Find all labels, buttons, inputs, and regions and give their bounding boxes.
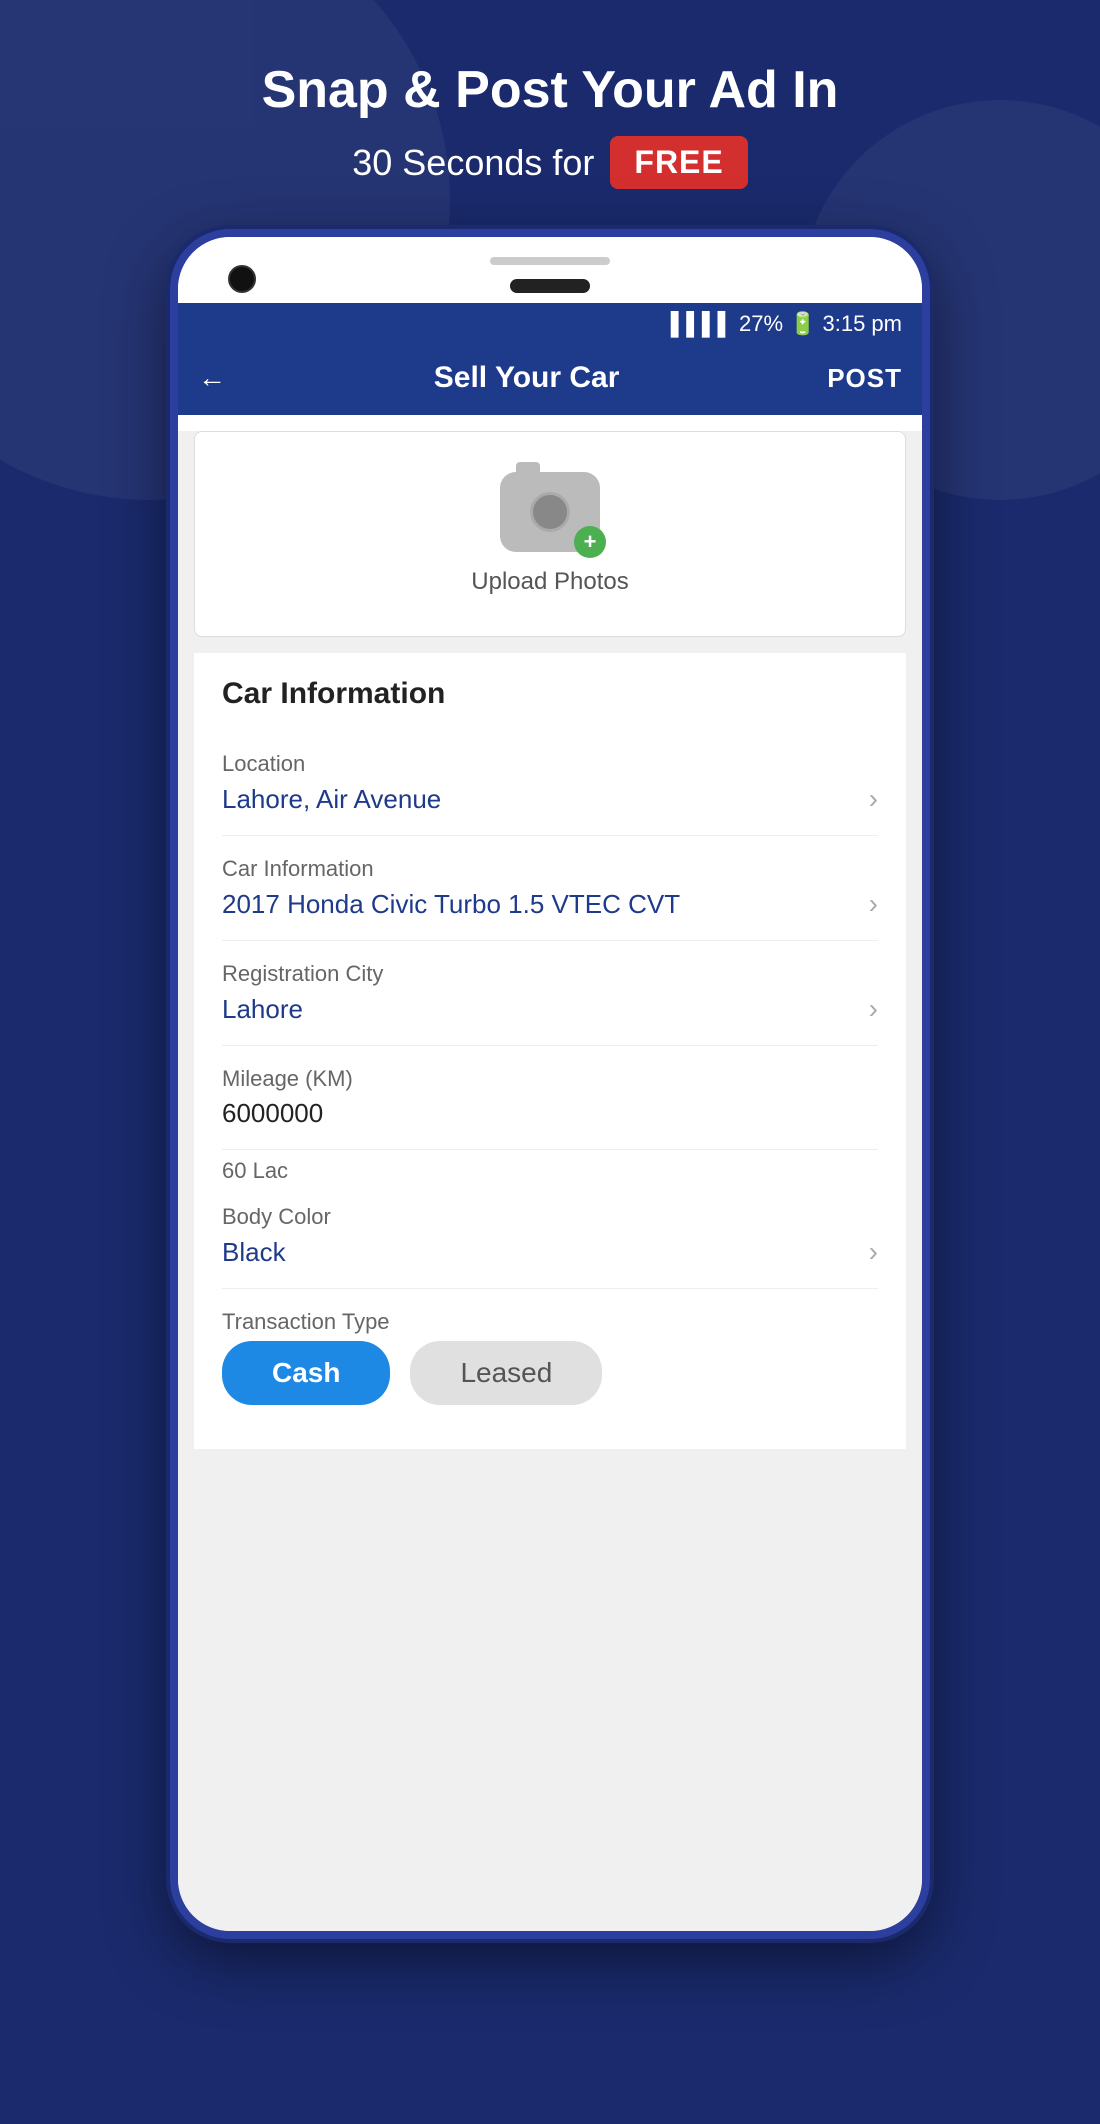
body-color-value-row: Black ›	[222, 1236, 878, 1268]
camera-icon-container: +	[500, 472, 600, 552]
car-info-section: Car Information Location Lahore, Air Ave…	[194, 653, 906, 1449]
phone-mockup: ▌▌▌▌ 27% 🔋 3:15 pm ← Sell Your Car POST	[170, 229, 930, 1939]
volume-buttons	[170, 417, 174, 527]
back-button[interactable]: ←	[198, 362, 226, 394]
cash-button[interactable]: Cash	[222, 1341, 390, 1405]
promo-subtitle: 30 Seconds for FREE	[262, 136, 839, 189]
location-value: Lahore, Air Avenue	[222, 784, 441, 815]
app-content: + Upload Photos Car Information Location…	[178, 431, 922, 1931]
upload-label: Upload Photos	[471, 568, 628, 596]
signal-icon: ▌▌▌▌	[671, 311, 733, 337]
reg-city-label: Registration City	[222, 961, 878, 987]
status-icons: ▌▌▌▌ 27% 🔋 3:15 pm	[671, 311, 902, 337]
mileage-label: Mileage (KM)	[222, 1066, 878, 1092]
speaker	[490, 257, 610, 265]
plus-badge: +	[574, 526, 606, 558]
reg-city-row[interactable]: Registration City Lahore ›	[222, 941, 878, 1046]
car-model-value: 2017 Honda Civic Turbo 1.5 VTEC CVT	[222, 889, 680, 920]
location-value-row: Lahore, Air Avenue ›	[222, 783, 878, 815]
power-button	[924, 437, 930, 497]
time: 3:15 pm	[823, 311, 903, 337]
status-bar: ▌▌▌▌ 27% 🔋 3:15 pm	[178, 303, 922, 345]
app-header: ← Sell Your Car POST	[178, 345, 922, 415]
battery-percent: 27%	[739, 311, 783, 337]
upload-section[interactable]: + Upload Photos	[194, 431, 906, 637]
promo-subtitle-text: 30 Seconds for	[352, 142, 594, 184]
mileage-row[interactable]: Mileage (KM) 6000000	[222, 1046, 878, 1150]
mileage-value: 6000000	[222, 1098, 323, 1129]
body-color-value: Black	[222, 1237, 286, 1268]
battery-icon: 🔋	[789, 311, 816, 337]
body-color-row[interactable]: Body Color Black ›	[222, 1184, 878, 1289]
volume-down-button	[170, 487, 174, 527]
section-title: Car Information	[222, 677, 878, 711]
car-model-value-row: 2017 Honda Civic Turbo 1.5 VTEC CVT ›	[222, 888, 878, 920]
reg-city-value: Lahore	[222, 994, 303, 1025]
chevron-right-icon-2: ›	[869, 888, 878, 920]
chevron-right-icon: ›	[869, 783, 878, 815]
car-model-label: Car Information	[222, 856, 878, 882]
transaction-buttons: Cash Leased	[222, 1341, 878, 1405]
reg-city-value-row: Lahore ›	[222, 993, 878, 1025]
location-label: Location	[222, 751, 878, 777]
body-color-label: Body Color	[222, 1204, 878, 1230]
leased-button[interactable]: Leased	[410, 1341, 602, 1405]
promo-title: Snap & Post Your Ad In	[262, 60, 839, 120]
power-btn	[924, 437, 930, 497]
post-button[interactable]: POST	[827, 363, 902, 394]
transaction-label: Transaction Type	[222, 1309, 878, 1335]
transaction-row: Transaction Type Cash Leased	[222, 1289, 878, 1425]
promo-header: Snap & Post Your Ad In 30 Seconds for FR…	[262, 60, 839, 189]
page-container: Snap & Post Your Ad In 30 Seconds for FR…	[0, 0, 1100, 1939]
app-title: Sell Your Car	[434, 361, 620, 395]
price-label: 60 Lac	[222, 1150, 878, 1184]
car-model-row[interactable]: Car Information 2017 Honda Civic Turbo 1…	[222, 836, 878, 941]
chevron-right-icon-4: ›	[869, 1236, 878, 1268]
phone-top-bar	[178, 237, 922, 303]
camera-notch	[516, 462, 540, 476]
camera-lens	[530, 492, 570, 532]
front-camera	[228, 265, 256, 293]
location-row[interactable]: Location Lahore, Air Avenue ›	[222, 731, 878, 836]
chevron-right-icon-3: ›	[869, 993, 878, 1025]
free-badge: FREE	[610, 136, 747, 189]
volume-up-button	[170, 417, 174, 467]
home-indicator	[510, 279, 590, 293]
mileage-value-row: 6000000	[222, 1098, 878, 1129]
